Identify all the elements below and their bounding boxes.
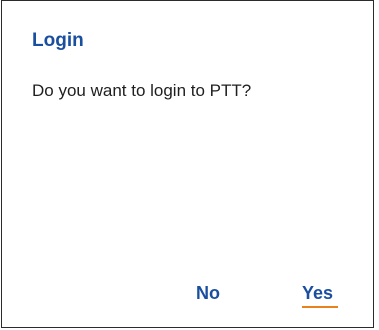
dialog-actions: No Yes [2, 281, 373, 311]
yes-button-focus-underline [302, 306, 338, 308]
dialog-title: Login [32, 30, 84, 51]
no-button[interactable]: No [196, 281, 220, 305]
dialog-message: Do you want to login to PTT? [32, 81, 252, 100]
yes-button[interactable]: Yes [302, 281, 333, 305]
login-dialog: Login Do you want to login to PTT? No Ye… [1, 0, 374, 328]
